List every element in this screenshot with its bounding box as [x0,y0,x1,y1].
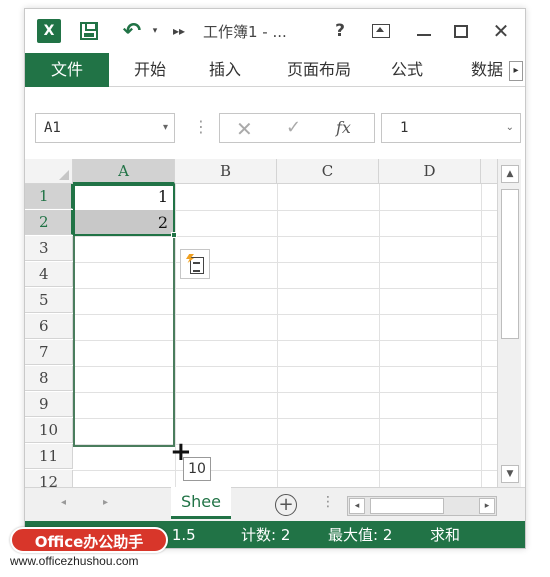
status-max: 最大值: 2 [328,526,393,544]
previous-sheet-icon[interactable]: ◂ [61,497,66,508]
selection-box [73,184,175,236]
grid-line [379,184,380,487]
new-sheet-button[interactable]: + [275,494,297,516]
formula-buttons: ✕ ✓ fx [219,113,375,143]
formula-bar-resize-icon[interactable]: ⋮ [193,117,209,136]
vertical-scroll-thumb[interactable] [501,189,519,339]
column-header-c[interactable]: C [277,159,379,184]
row-header[interactable]: 6 [25,314,73,339]
row-header[interactable]: 8 [25,366,73,391]
enter-icon[interactable]: ✓ [286,117,301,138]
tab-formulas[interactable]: 公式 [377,53,437,87]
row-header[interactable]: 4 [25,262,73,287]
undo-dropdown-icon[interactable]: ▾ [149,19,161,43]
close-button[interactable]: ✕ [488,19,514,43]
column-header-d[interactable]: D [379,159,481,184]
title-bar: X ↶ ▾ ▸▸ 工作簿1 - ... ? ✕ [25,9,525,53]
grid-line [277,184,278,487]
cancel-icon[interactable]: ✕ [236,117,253,141]
tab-data[interactable]: 数据 [457,53,517,87]
row-header[interactable]: 9 [25,392,73,417]
name-box-value: A1 [44,120,61,136]
sheet-tab-active[interactable]: Shee [171,487,231,519]
ribbon-scroll-right-icon[interactable]: ▸ [509,61,523,81]
row-header[interactable]: 11 [25,444,73,469]
horizontal-scroll-thumb[interactable] [370,498,444,514]
excel-logo-icon: X [37,19,61,43]
row-header[interactable]: 5 [25,288,73,313]
name-box-dropdown-icon[interactable]: ▾ [163,114,168,142]
save-icon[interactable] [77,19,101,43]
excel-window: X ↶ ▾ ▸▸ 工作簿1 - ... ? ✕ 文件 开始 插入 页面布局 公式… [24,8,526,549]
status-count: 计数: 2 [241,526,291,544]
row-header[interactable]: 1 [25,184,73,209]
minimize-button[interactable] [412,19,436,43]
vertical-scrollbar[interactable]: ▲ ▼ [497,159,521,487]
scroll-down-icon[interactable]: ▼ [501,465,519,483]
grid-line [73,470,497,471]
row-header[interactable]: 10 [25,418,73,443]
fill-handle[interactable] [171,232,177,238]
column-header-b[interactable]: B [175,159,277,184]
maximize-button[interactable] [449,19,473,43]
select-all-corner[interactable] [25,159,73,184]
status-sum: 求和 [430,526,461,544]
column-header-e[interactable] [481,159,497,184]
scroll-up-icon[interactable]: ▲ [501,165,519,183]
tab-page-layout[interactable]: 页面布局 [274,53,364,87]
tab-insert[interactable]: 插入 [195,53,255,87]
name-box[interactable]: A1 ▾ [35,113,175,143]
watermark-url: www.officezhushou.com [10,554,139,568]
formula-bar: A1 ▾ ⋮ ✕ ✓ fx 1 ⌄ [25,87,525,157]
insert-function-icon[interactable]: fx [336,118,351,137]
next-sheet-icon[interactable]: ▸ [103,497,108,508]
row-header[interactable]: 3 [25,236,73,261]
expand-formula-bar-icon[interactable]: ⌄ [506,114,514,142]
grid-line [481,184,482,487]
worksheet-grid[interactable]: A B C D 1 2 3 4 5 6 7 8 9 10 11 12 1 2 +… [25,159,497,487]
flash-fill-icon [186,254,204,274]
ribbon-tabs: 文件 开始 插入 页面布局 公式 数据 ▸ [25,53,525,87]
tab-file[interactable]: 文件 [25,53,109,87]
document-title: 工作簿1 - ... [203,22,287,41]
sheet-tab-bar: ◂ ▸ Shee + ⋮ ◂ ▸ [25,487,525,521]
watermark-badge: Office办公助手 [10,527,168,553]
horizontal-scrollbar[interactable]: ◂ ▸ [347,496,497,516]
undo-icon[interactable]: ↶ [119,19,145,44]
column-header-a[interactable]: A [73,159,175,184]
formula-value: 1 [400,120,409,136]
help-button[interactable]: ? [328,19,352,43]
tab-home[interactable]: 开始 [120,53,180,87]
quick-access-more-icon[interactable]: ▸▸ [171,19,187,43]
scroll-right-icon[interactable]: ▸ [479,498,495,514]
tab-split-handle-icon[interactable]: ⋮ [321,494,335,510]
row-header[interactable]: 2 [25,210,73,235]
ribbon-display-options-icon[interactable] [369,19,393,43]
scroll-left-icon[interactable]: ◂ [349,498,365,514]
flash-fill-options-button[interactable] [180,249,210,279]
row-header[interactable]: 7 [25,340,73,365]
row-header[interactable]: 12 [25,470,73,487]
fill-value-tooltip: 10 [183,457,211,481]
formula-input[interactable]: 1 ⌄ [381,113,521,143]
